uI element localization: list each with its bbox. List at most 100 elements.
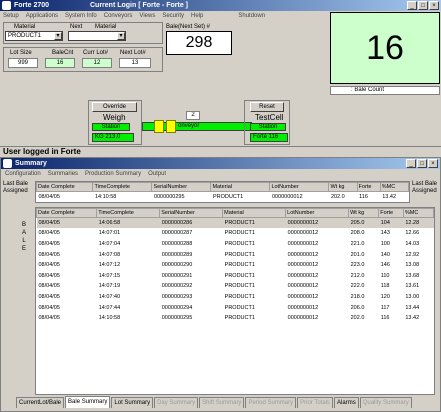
table-cell: 12.66	[405, 230, 420, 237]
menu-conveyors[interactable]: Conveyors	[104, 12, 133, 21]
menu-output[interactable]: Output	[148, 170, 166, 179]
tab-quality-summary[interactable]: Quality Summary	[359, 397, 412, 408]
lot-size-field[interactable]: 999	[8, 58, 38, 68]
menu-security[interactable]: Security	[162, 12, 184, 21]
menu-views[interactable]: Views	[139, 12, 155, 21]
material-dropdown[interactable]: PRODUCT1 ▾	[5, 31, 63, 41]
table-cell: 08/04/05	[38, 194, 60, 201]
table-cell: 13.61	[405, 283, 420, 290]
table-cell: 218.0	[350, 293, 365, 300]
minimize-icon[interactable]: _	[406, 159, 416, 168]
table-cell: 13.42	[382, 194, 396, 201]
table-cell: 08/04/05	[38, 220, 60, 227]
column-header[interactable]: %MC	[402, 208, 434, 218]
column-header[interactable]: TimeComplete	[96, 208, 161, 218]
table-row[interactable]: 08/04/05 14:07:40 0000000293 PRODUCT1 000000…	[37, 292, 434, 303]
tab-alarms[interactable]: Alarms	[334, 397, 359, 408]
menu-system-info[interactable]: System Info	[65, 12, 97, 21]
table-cell: 08/04/05	[38, 315, 60, 322]
column-header[interactable]: SerialNumber	[151, 182, 212, 192]
table-cell: 12.92	[405, 251, 420, 258]
column-header[interactable]: Forte	[378, 208, 404, 218]
table-cell: 0000000012	[271, 194, 303, 201]
table-row[interactable]: 08/04/05 14:07:04 0000000288 PRODUCT1 000000…	[37, 239, 434, 250]
table-cell: 14.03	[405, 240, 420, 247]
next-lot-field[interactable]: 13	[119, 58, 151, 68]
bale-header-row: Date Complete TimeComplete SerialNumber Mat…	[36, 208, 434, 218]
tab-shift-summary[interactable]: Shift Summary	[199, 397, 245, 408]
tab-lot-summary[interactable]: Lot Summary	[111, 397, 154, 408]
table-row[interactable]: 08/04/05 14:10:58 0000000295 PRODUCT1 000000…	[37, 313, 434, 324]
conveyor-label: onveyor	[178, 123, 200, 129]
table-cell: 0000000012	[287, 283, 319, 290]
table-row[interactable]: 08/04/05 14:07:19 0000000292 PRODUCT1 000000…	[37, 281, 434, 292]
menu-configuration[interactable]: Configuration	[5, 170, 41, 179]
table-cell: 202.0	[350, 315, 365, 322]
column-header[interactable]: Material	[210, 182, 271, 192]
maximize-icon[interactable]: □	[417, 159, 427, 168]
table-cell: 08/04/05	[38, 283, 60, 290]
menu-production-summary[interactable]: Production Summary	[85, 170, 141, 179]
column-header[interactable]: SerialNumber	[159, 208, 224, 218]
table-row[interactable]: 08/04/05 14:07:44 0000000294 PRODUCT1 000000…	[37, 302, 434, 313]
column-header[interactable]: Wt kg	[348, 208, 380, 218]
testcell-label: TestCell	[255, 113, 284, 122]
chevron-down-icon[interactable]: ▾	[117, 32, 125, 40]
reset-button[interactable]: Reset	[250, 102, 284, 112]
column-header[interactable]: LotNumber	[269, 182, 330, 192]
table-row[interactable]: 08/04/05 14:07:12 0000000290 PRODUCT1 000000…	[37, 260, 434, 271]
table-cell: 13.00	[405, 293, 420, 300]
column-header[interactable]: Date Complete	[35, 182, 94, 192]
table-cell: 201.0	[350, 251, 365, 258]
window-controls: _ □ ×	[407, 1, 439, 10]
table-cell: 143	[380, 230, 390, 237]
tab-period-summary[interactable]: Period Summary	[245, 397, 297, 408]
table-cell: 08/04/05	[38, 304, 60, 311]
bale-next-label: Bale(Next Set) #	[166, 24, 211, 30]
table-cell: PRODUCT1	[212, 194, 244, 201]
chevron-down-icon[interactable]: ▾	[54, 32, 62, 40]
table-cell: 0000000295	[153, 194, 185, 201]
table-cell: 0000000295	[161, 315, 193, 322]
column-header[interactable]: Forte	[356, 182, 381, 192]
table-row[interactable]: 08/04/05 14:07:08 0000000289 PRODUCT1 000000…	[37, 249, 434, 260]
menu-shutdown[interactable]: Shutdown	[238, 12, 265, 21]
column-header[interactable]: LotNumber	[285, 208, 350, 218]
tab-day-summary[interactable]: Day Summary	[154, 397, 199, 408]
column-header[interactable]: Material	[222, 208, 287, 218]
tab-bale-summary[interactable]: Bale Summary	[65, 396, 111, 408]
column-header[interactable]: %MC	[379, 182, 410, 192]
table-row[interactable]: 08/04/05 14:07:15 0000000291 PRODUCT1 000000…	[37, 270, 434, 281]
bale-next-field[interactable]: 298	[166, 31, 232, 55]
close-icon[interactable]: ×	[429, 1, 439, 10]
app-title: Forte 2700	[14, 2, 50, 9]
maximize-icon[interactable]: □	[418, 1, 428, 10]
column-header[interactable]: Wt kg	[328, 182, 358, 192]
menu-applications[interactable]: Applications	[26, 12, 58, 21]
table-cell: 100	[380, 240, 390, 247]
table-cell: 0000000012	[287, 251, 319, 258]
table-cell: 202.0	[330, 194, 345, 201]
table-row[interactable]: 08/04/05 14:07:01 0000000287 PRODUCT1 000000…	[37, 228, 434, 239]
minimize-icon[interactable]: _	[407, 1, 417, 10]
table-cell: 13.08	[405, 262, 420, 269]
last-bale-row[interactable]: 08/04/05 14:10:58 0000000295 PRODUCT1 000000…	[37, 192, 409, 203]
table-cell: 0000000291	[161, 272, 193, 279]
menu-setup[interactable]: Setup	[3, 12, 19, 21]
table-cell: 0000000012	[287, 220, 319, 227]
summary-app-icon	[3, 159, 12, 168]
app-icon	[2, 1, 11, 10]
menu-summaries[interactable]: Summaries	[48, 170, 78, 179]
menu-help[interactable]: Help	[191, 12, 203, 21]
table-cell: 14:10:58	[94, 194, 117, 201]
tab-prior-totals[interactable]: Prior Totals	[297, 397, 334, 408]
table-row[interactable]: 08/04/05 14:06:58 0000000286 PRODUCT1 000000…	[36, 217, 434, 229]
column-header[interactable]: TimeComplete	[92, 182, 153, 192]
next-material-dropdown[interactable]: ▾	[68, 31, 126, 41]
table-cell: 14:07:40	[98, 293, 121, 300]
close-icon[interactable]: ×	[428, 159, 438, 168]
table-cell: 222.0	[350, 283, 365, 290]
column-header[interactable]: Date Complete	[36, 208, 98, 218]
tab-currentlot-bale[interactable]: CurrentLot/Bale	[16, 397, 65, 408]
bale-vertical-label: B A L E	[21, 222, 26, 252]
